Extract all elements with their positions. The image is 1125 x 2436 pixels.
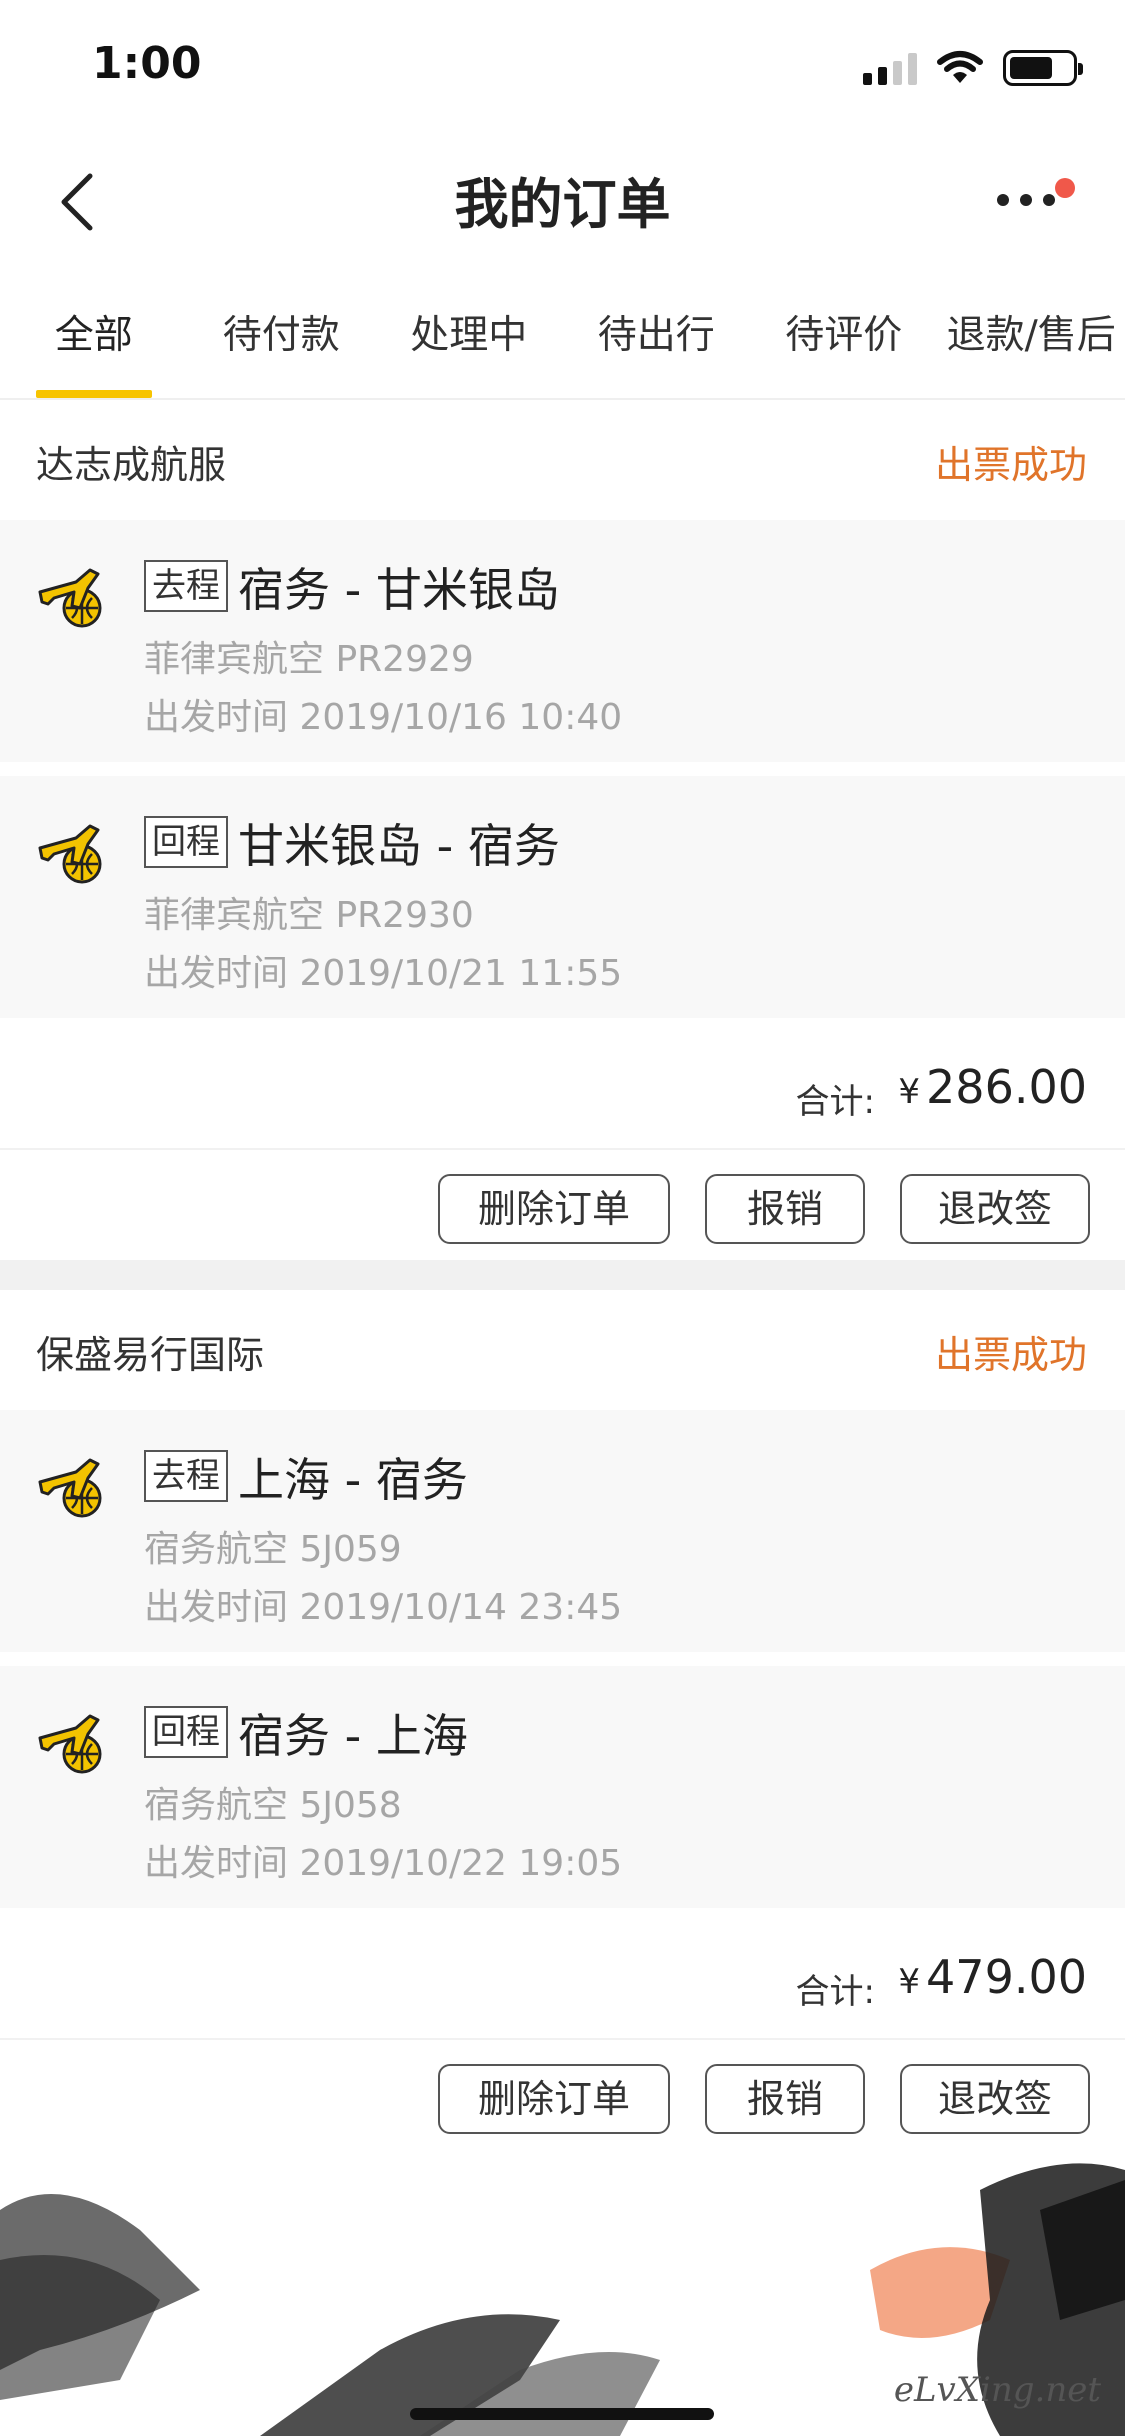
more-button[interactable] (997, 174, 1075, 224)
refund-change-button[interactable]: 退改签 (900, 1174, 1090, 1244)
currency-symbol: ¥ (898, 1962, 921, 2002)
order-actions: 删除订单 报销 退改签 (0, 2040, 1125, 2158)
reimburse-button[interactable]: 报销 (705, 1174, 865, 1244)
flight-segment[interactable]: 去程 上海 - 宿务 宿务航空 5J059 出发时间 2019/10/14 23… (0, 1410, 1125, 1652)
segment-airline: 宿务航空 5J058 (144, 1785, 402, 1826)
nav-bar: 我的订单 (0, 132, 1125, 262)
order-status: 出票成功 (934, 1333, 1087, 1377)
total-value: 479.00 (926, 1950, 1087, 2004)
total-label: 合计: (795, 1082, 875, 1122)
segment-route: 上海 - 宿务 (238, 1453, 468, 1507)
segment-departure: 出发时间 2019/10/14 23:45 (144, 1587, 623, 1628)
total-amount: ¥479.00 (898, 1950, 1087, 2004)
wifi-icon (937, 51, 983, 83)
order-total-row: 合计: ¥286.00 (0, 1032, 1125, 1150)
total-amount: ¥286.00 (898, 1060, 1087, 1114)
more-dots-icon (997, 194, 1055, 206)
segment-airline: 菲律宾航空 PR2929 (144, 639, 474, 680)
currency-symbol: ¥ (898, 1072, 921, 1112)
tab-active-indicator (36, 390, 152, 398)
tab-label: 待出行 (597, 313, 715, 358)
reimburse-button[interactable]: 报销 (705, 2064, 865, 2134)
segment-airline: 宿务航空 5J059 (144, 1529, 402, 1570)
refund-change-button[interactable]: 退改签 (900, 2064, 1090, 2134)
status-icons (863, 50, 1083, 86)
segment-type-badge: 回程 (144, 1706, 228, 1758)
order-divider (0, 1260, 1125, 1290)
segment-type-badge: 去程 (144, 560, 228, 612)
plane-icon (38, 1714, 102, 1774)
signal-icon (863, 51, 917, 85)
tab-all[interactable]: 全部 (0, 292, 188, 398)
tab-pending-travel[interactable]: 待出行 (563, 292, 751, 398)
order-card[interactable]: 达志成航服 出票成功 去程 宿务 - 甘米银岛 菲律宾航空 PR2929 出发时… (0, 400, 1125, 1268)
delete-order-button[interactable]: 删除订单 (438, 1174, 670, 1244)
agency-name: 保盛易行国际 (36, 1333, 265, 1377)
delete-order-button[interactable]: 删除订单 (438, 2064, 670, 2134)
tab-pending-review[interactable]: 待评价 (750, 292, 938, 398)
tab-label: 退款/售后 (946, 313, 1116, 358)
segment-departure: 出发时间 2019/10/21 11:55 (144, 953, 623, 994)
agency-name: 达志成航服 (36, 443, 227, 487)
order-status: 出票成功 (934, 443, 1087, 487)
segment-departure: 出发时间 2019/10/16 10:40 (144, 697, 623, 738)
total-label: 合计: (795, 1972, 875, 2012)
segment-type-badge: 去程 (144, 1450, 228, 1502)
tab-label: 处理中 (410, 313, 528, 358)
segment-route: 甘米银岛 - 宿务 (238, 819, 560, 873)
order-card[interactable]: 保盛易行国际 出票成功 去程 上海 - 宿务 宿务航空 5J059 出发时间 2… (0, 1290, 1125, 2158)
plane-icon (38, 1458, 102, 1518)
tab-processing[interactable]: 处理中 (375, 292, 563, 398)
home-indicator[interactable] (410, 2408, 714, 2420)
flight-segment[interactable]: 回程 甘米银岛 - 宿务 菲律宾航空 PR2930 出发时间 2019/10/2… (0, 776, 1125, 1018)
tab-pending-payment[interactable]: 待付款 (188, 292, 376, 398)
segment-airline: 菲律宾航空 PR2930 (144, 895, 474, 936)
tab-label: 全部 (54, 313, 133, 358)
plane-icon (38, 568, 102, 628)
status-time: 1:00 (92, 38, 202, 89)
order-header: 达志成航服 出票成功 (0, 400, 1125, 520)
watermark-text: eLvXing.net (893, 2370, 1101, 2410)
brush-stroke-decoration: eLvXing.net (0, 2150, 1125, 2436)
tab-label: 待评价 (785, 313, 903, 358)
order-tabs: 全部 待付款 处理中 待出行 待评价 退款/售后 (0, 292, 1125, 400)
flight-segment[interactable]: 去程 宿务 - 甘米银岛 菲律宾航空 PR2929 出发时间 2019/10/1… (0, 520, 1125, 762)
plane-icon (38, 824, 102, 884)
total-value: 286.00 (926, 1060, 1087, 1114)
order-total-row: 合计: ¥479.00 (0, 1922, 1125, 2040)
notification-dot (1055, 178, 1075, 198)
tab-refund-aftersale[interactable]: 退款/售后 (938, 292, 1125, 398)
segment-type-badge: 回程 (144, 816, 228, 868)
segment-route: 宿务 - 甘米银岛 (238, 563, 560, 617)
battery-icon (1003, 50, 1083, 86)
status-bar: 1:00 (0, 0, 1125, 132)
order-header: 保盛易行国际 出票成功 (0, 1290, 1125, 1410)
tab-label: 待付款 (222, 313, 340, 358)
order-actions: 删除订单 报销 退改签 (0, 1150, 1125, 1268)
segment-departure: 出发时间 2019/10/22 19:05 (144, 1843, 623, 1884)
page-title: 我的订单 (454, 173, 671, 236)
flight-segment[interactable]: 回程 宿务 - 上海 宿务航空 5J058 出发时间 2019/10/22 19… (0, 1666, 1125, 1908)
segment-route: 宿务 - 上海 (238, 1709, 468, 1763)
